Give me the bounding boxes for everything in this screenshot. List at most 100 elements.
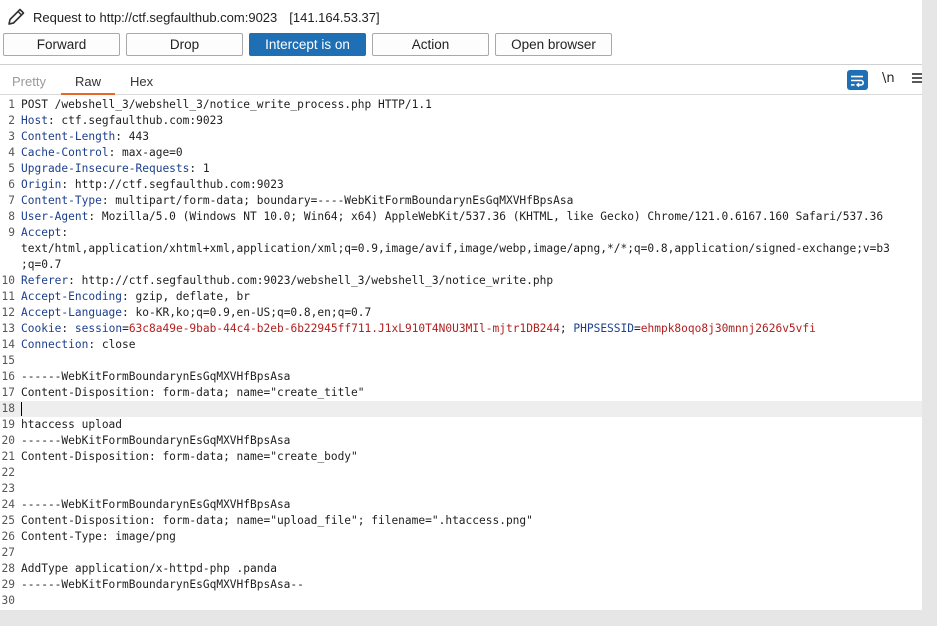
editor-line[interactable]: 6 Origin: http://ctf.segfaulthub.com:9023 [0,177,922,193]
open-browser-button[interactable]: Open browser [495,33,612,56]
line-number: 25 [1,514,15,527]
editor-line[interactable]: ;q=0.7 [0,257,922,273]
line-text: Referer: http://ctf.segfaulthub.com:9023… [21,273,553,289]
line-text: Cache-Control: max-age=0 [21,145,183,161]
line-number: 15 [1,354,15,367]
line-number: 14 [1,338,15,351]
editor-line[interactable]: 26 Content-Type: image/png [0,529,922,545]
header-name: Cache-Control [21,146,109,159]
line-number: 24 [1,498,15,511]
tab-pretty[interactable]: Pretty [12,65,46,94]
header-name: Connection [21,338,89,351]
header-name: Host [21,114,48,127]
editor-line[interactable]: 18 [0,401,922,417]
editor-line[interactable]: 7 Content-Type: multipart/form-data; boun… [0,193,922,209]
editor-line[interactable]: 11 Accept-Encoding: gzip, deflate, br [0,289,922,305]
header-value: : 443 [115,130,149,143]
line-number: 22 [1,466,15,479]
editor-line[interactable]: 2 Host: ctf.segfaulthub.com:9023 [0,113,922,129]
line-number: 28 [1,562,15,575]
line-number: 1 [8,98,15,111]
line-number: 9 [8,226,15,239]
header-value: : [61,226,69,239]
request-title: Request to http://ctf.segfaulthub.com:90… [33,9,278,25]
editor-line[interactable]: 12 Accept-Language: ko-KR,ko;q=0.9,en-US;… [0,305,922,321]
editor-line[interactable]: 24 ------WebKitFormBoundarynEsGqMXVHfBpsA… [0,497,922,513]
editor-line[interactable]: 17 Content-Disposition: form-data; name="… [0,385,922,401]
line-text: POST /webshell_3/webshell_3/notice_write… [21,97,432,113]
editor-line[interactable]: 15 [0,353,922,369]
drop-button[interactable]: Drop [126,33,243,56]
header-value: text/html,application/xhtml+xml,applicat… [21,242,890,255]
line-text: htaccess upload [21,417,122,433]
line-number: 10 [1,274,15,287]
wrap-lines-icon[interactable] [847,70,868,90]
editor-line[interactable]: 3 Content-Length: 443 [0,129,922,145]
forward-button[interactable]: Forward [3,33,120,56]
header-value: ------WebKitFormBoundarynEsGqMXVHfBpsAsa [21,434,291,447]
line-number: 21 [1,450,15,463]
line-number: 4 [8,146,15,159]
tab-raw[interactable]: Raw [60,65,116,95]
request-title-bar: Request to http://ctf.segfaulthub.com:90… [0,0,922,34]
hamburger-menu-icon[interactable] [912,72,922,84]
editor-line[interactable]: 16 ------WebKitFormBoundarynEsGqMXVHfBpsA… [0,369,922,385]
line-text: User-Agent: Mozilla/5.0 (Windows NT 10.0… [21,209,883,225]
line-number: 2 [8,114,15,127]
action-button[interactable]: Action [372,33,489,56]
header-value: : ko-KR,ko;q=0.9,en-US;q=0.8,en;q=0.7 [122,306,372,319]
header-value: : gzip, deflate, br [122,290,251,303]
line-text: Cookie: session=63c8a49e-9bab-44c4-b2eb-… [21,322,816,335]
editor-line[interactable]: 21 Content-Disposition: form-data; name="… [0,449,922,465]
editor-line[interactable]: 22 [0,465,922,481]
editor-line[interactable]: 10 Referer: http://ctf.segfaulthub.com:90… [0,273,922,289]
editor-line[interactable]: text/html,application/xhtml+xml,applicat… [0,241,922,257]
editor-line[interactable]: 4 Cache-Control: max-age=0 [0,145,922,161]
header-value: : 1 [189,162,210,175]
line-number: 11 [1,290,15,303]
cookie-value: 63c8a49e-9bab-44c4-b2eb-6b22945ff711.J1x… [128,322,560,335]
line-text: Accept-Encoding: gzip, deflate, br [21,289,250,305]
header-value: ------WebKitFormBoundarynEsGqMXVHfBpsAsa [21,498,291,511]
editor-line[interactable]: 1 POST /webshell_3/webshell_3/notice_writ… [0,97,922,113]
editor-line[interactable]: 27 [0,545,922,561]
header-value: : http://ctf.segfaulthub.com:9023 [61,178,284,191]
editor-line[interactable]: 25 Content-Disposition: form-data; name="… [0,513,922,529]
header-name: Upgrade-Insecure-Requests [21,162,190,175]
cookie-name: session [74,322,123,335]
header-value: Content-Disposition: form-data; name="up… [21,514,533,527]
line-text: ------WebKitFormBoundarynEsGqMXVHfBpsAsa… [21,577,304,593]
header-name: Referer [21,274,69,287]
editor-line[interactable]: 29 ------WebKitFormBoundarynEsGqMXVHfBpsA… [0,577,922,593]
editor-line[interactable]: 9 Accept: [0,225,922,241]
header-value: Content-Disposition: form-data; name="cr… [21,386,365,399]
editor-line[interactable]: 14 Connection: close [0,337,922,353]
header-value: htaccess upload [21,418,123,431]
header-value: Content-Disposition: form-data; name="cr… [21,450,358,463]
intercept-toggle-button[interactable]: Intercept is on [249,33,366,56]
tab-hex[interactable]: Hex [130,65,153,94]
line-number: 6 [8,178,15,191]
request-address: [141.164.53.37] [289,9,380,25]
editor-line[interactable]: 8 User-Agent: Mozilla/5.0 (Windows NT 10.… [0,209,922,225]
raw-request-editor[interactable]: 1 POST /webshell_3/webshell_3/notice_writ… [0,97,922,610]
editor-line[interactable]: 28 AddType application/x-httpd-php .panda [0,561,922,577]
line-text: Content-Disposition: form-data; name="cr… [21,449,358,465]
line-text: Origin: http://ctf.segfaulthub.com:9023 [21,177,284,193]
editor-line[interactable]: 30 [0,593,922,609]
editor-line[interactable]: 19 htaccess upload [0,417,922,433]
line-number: 19 [1,418,15,431]
header-name: Accept [21,226,62,239]
line-text: Content-Disposition: form-data; name="cr… [21,385,365,401]
editor-line[interactable]: 13 Cookie: session=63c8a49e-9bab-44c4-b2e… [0,321,922,337]
header-value: : max-age=0 [108,146,183,159]
line-text: Content-Type: image/png [21,529,176,545]
editor-line[interactable]: 5 Upgrade-Insecure-Requests: 1 [0,161,922,177]
header-name: Cookie [21,322,62,335]
line-number: 30 [1,594,15,607]
intercept-toolbar: Forward Drop Intercept is on Action Open… [3,33,612,56]
editor-line[interactable]: 23 [0,481,922,497]
line-text: Accept-Language: ko-KR,ko;q=0.9,en-US;q=… [21,305,371,321]
newline-toggle[interactable]: \n [882,71,895,86]
editor-line[interactable]: 20 ------WebKitFormBoundarynEsGqMXVHfBpsA… [0,433,922,449]
